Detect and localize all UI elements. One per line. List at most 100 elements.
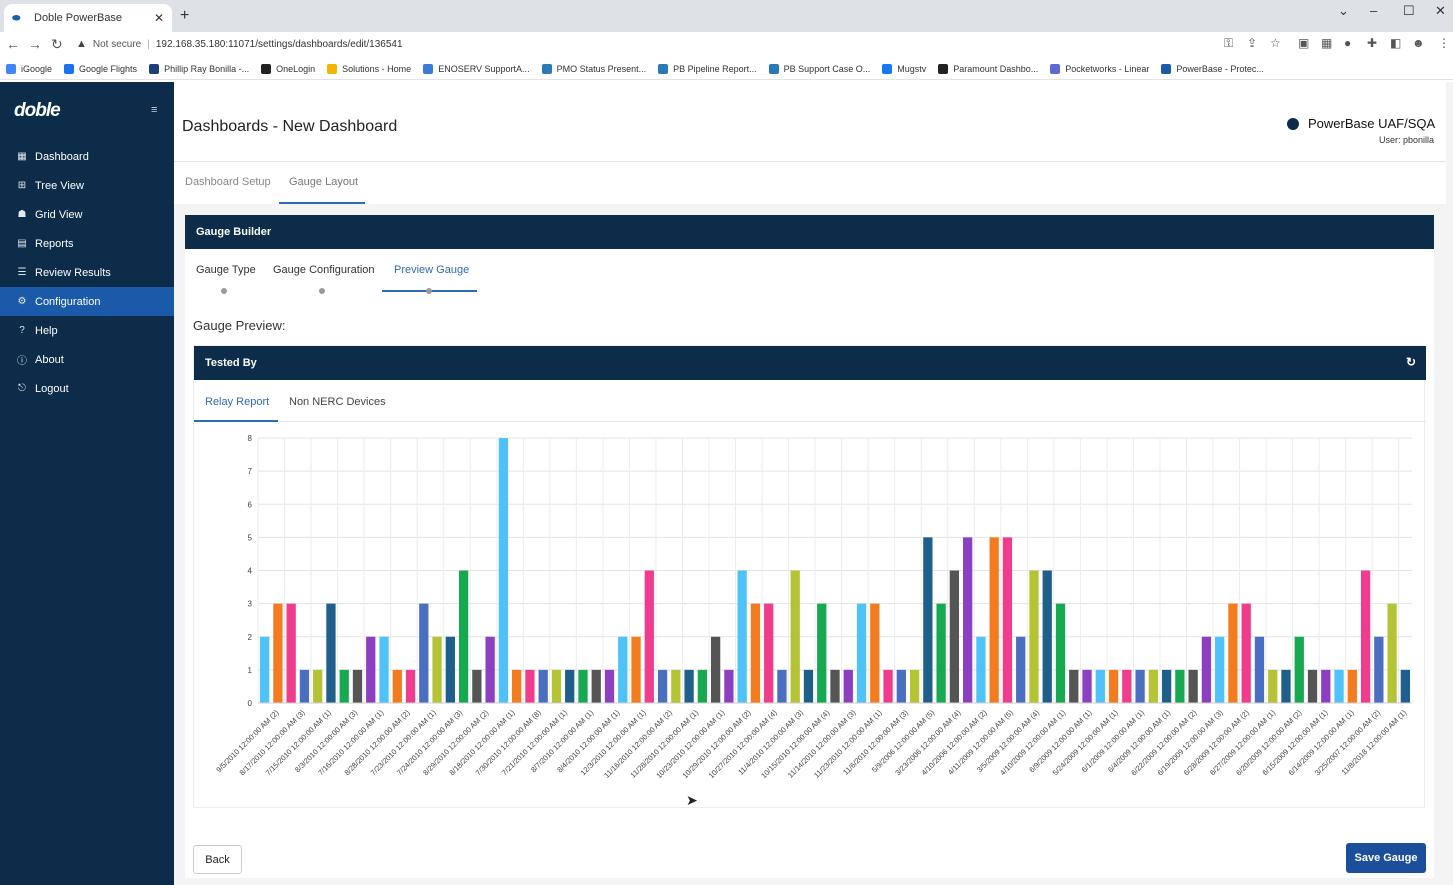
chart-bar[interactable]	[1122, 669, 1132, 703]
chart-bar[interactable]	[1135, 669, 1145, 703]
chart-bar[interactable]	[1029, 570, 1039, 704]
step-gauge-type[interactable]: Gauge Type	[196, 264, 256, 276]
bookmark-item[interactable]: PMO Status Present...	[541, 63, 646, 74]
chart-bar[interactable]	[1215, 636, 1225, 703]
chart-bar[interactable]	[591, 669, 601, 703]
chart-bar[interactable]	[485, 636, 495, 703]
sidebar-item-grid-view[interactable]: ☗ Grid View	[0, 200, 174, 229]
chart-bar[interactable]	[379, 636, 389, 703]
sidebar-item-help[interactable]: ? Help	[0, 316, 174, 345]
step-preview-gauge[interactable]: Preview Gauge	[394, 264, 469, 276]
chart-bar[interactable]	[578, 669, 588, 703]
chart-bar[interactable]	[1188, 669, 1198, 703]
chart-bar[interactable]	[326, 603, 336, 703]
tab-dashboard-setup[interactable]: Dashboard Setup	[185, 176, 271, 188]
menu-collapse-icon[interactable]: ≡	[151, 104, 157, 116]
chart-bar[interactable]	[843, 669, 853, 703]
bookmark-item[interactable]: Phillip Ray Bonilla -...	[149, 63, 249, 74]
chart-bar[interactable]	[299, 669, 310, 703]
chart-bar[interactable]	[525, 669, 535, 703]
chart-bar[interactable]	[366, 636, 376, 703]
chart-bar[interactable]	[949, 570, 960, 704]
chart-bar[interactable]	[1254, 636, 1265, 703]
doble-logo[interactable]: doble	[14, 100, 61, 122]
bookmark-item[interactable]: iGoogle	[6, 63, 52, 74]
minimize-icon[interactable]: –	[1370, 3, 1377, 18]
chart-bar[interactable]	[1374, 636, 1384, 703]
chart-bar[interactable]	[1241, 603, 1251, 703]
chart-bar[interactable]	[419, 603, 429, 703]
chart-bar[interactable]	[1334, 669, 1344, 703]
chart-bar[interactable]	[790, 570, 800, 704]
key-icon[interactable]: ⚿	[1224, 36, 1233, 51]
back-arrow-icon[interactable]: ←	[6, 36, 20, 52]
refresh-icon[interactable]: ↻	[1406, 355, 1416, 369]
chart-bar[interactable]	[989, 537, 999, 703]
chart-bar[interactable]	[1321, 669, 1331, 703]
chart-bar[interactable]	[1055, 603, 1066, 703]
chart-bar[interactable]	[896, 669, 906, 703]
tab-non-nerc-devices[interactable]: Non NERC Devices	[289, 396, 386, 408]
chart-bar[interactable]	[631, 636, 641, 703]
new-tab-icon[interactable]: +	[180, 7, 189, 25]
chart-bar[interactable]	[551, 669, 562, 703]
chart-bar[interactable]	[803, 669, 814, 703]
chart-bar[interactable]	[1294, 636, 1304, 703]
chart-bar[interactable]	[458, 570, 469, 704]
chart-bar[interactable]	[1069, 669, 1079, 703]
bookmark-item[interactable]: Google Flights	[64, 63, 137, 74]
share-icon[interactable]: ⇪	[1247, 36, 1257, 50]
tab-relay-report[interactable]: Relay Report	[205, 396, 269, 408]
chart-bar[interactable]	[963, 537, 973, 703]
back-button[interactable]: Back	[193, 845, 242, 874]
chart-bar[interactable]	[565, 669, 575, 703]
bookmark-item[interactable]: Paramount Dashbo...	[938, 63, 1038, 74]
chart-bar[interactable]	[1042, 570, 1052, 704]
chart-bar[interactable]	[352, 669, 363, 703]
chart-bar[interactable]	[1228, 603, 1238, 703]
browser-tab[interactable]: ⬬ Doble PowerBase ✕	[4, 4, 172, 32]
chart-bar[interactable]	[923, 537, 933, 703]
chart-bar[interactable]	[498, 438, 509, 703]
step-gauge-configuration[interactable]: Gauge Configuration	[273, 264, 375, 276]
chart-bar[interactable]	[764, 603, 774, 703]
bookmark-item[interactable]: Mugstv	[882, 63, 926, 74]
bookmark-item[interactable]: PB Pipeline Report...	[658, 63, 757, 74]
chart-bar[interactable]	[750, 603, 761, 703]
chart-bar[interactable]	[777, 669, 787, 703]
chart-bar[interactable]	[1307, 669, 1318, 703]
chart-bar[interactable]	[1175, 669, 1185, 703]
extension-1password-icon[interactable]: ●	[1344, 36, 1351, 50]
chart-bar[interactable]	[313, 669, 323, 703]
chart-bar[interactable]	[618, 636, 628, 703]
tab-gauge-layout[interactable]: Gauge Layout	[289, 176, 358, 188]
chart-bar[interactable]	[936, 603, 946, 703]
chart-bar[interactable]	[1360, 570, 1371, 704]
chart-bar[interactable]	[684, 669, 694, 703]
save-gauge-button[interactable]: Save Gauge	[1346, 843, 1426, 873]
close-tab-icon[interactable]: ✕	[154, 11, 164, 25]
bookmark-item[interactable]: OneLogin	[261, 63, 315, 74]
bookmark-item[interactable]: Pocketworks - Linear	[1050, 63, 1149, 74]
sidebar-item-logout[interactable]: ⎋ Logout	[0, 374, 174, 403]
chart-bar[interactable]	[1281, 669, 1291, 703]
sidebar-item-configuration[interactable]: ⚙ Configuration	[0, 287, 174, 316]
chart-bar[interactable]	[286, 603, 296, 703]
chart-bar[interactable]	[830, 669, 840, 703]
chart-bar[interactable]	[405, 669, 416, 703]
chart-bar[interactable]	[870, 603, 880, 703]
sidebar-item-tree-view[interactable]: ⊞ Tree View	[0, 171, 174, 200]
chart-bar[interactable]	[604, 669, 615, 703]
sidebar-item-about[interactable]: ⓘ About	[0, 345, 174, 374]
chart-bar[interactable]	[856, 603, 867, 703]
chart-bar[interactable]	[817, 603, 827, 703]
chart-bar[interactable]	[671, 669, 681, 703]
forward-arrow-icon[interactable]: →	[28, 36, 42, 52]
extension-grid-icon[interactable]: ▦	[1321, 36, 1332, 50]
chart-bar[interactable]	[1016, 636, 1026, 703]
chart-bar[interactable]	[512, 669, 522, 703]
maximize-icon[interactable]: ☐	[1403, 3, 1415, 19]
chart-bar[interactable]	[1148, 669, 1158, 703]
chart-bar[interactable]	[737, 570, 747, 704]
chart-bar[interactable]	[1002, 537, 1013, 703]
